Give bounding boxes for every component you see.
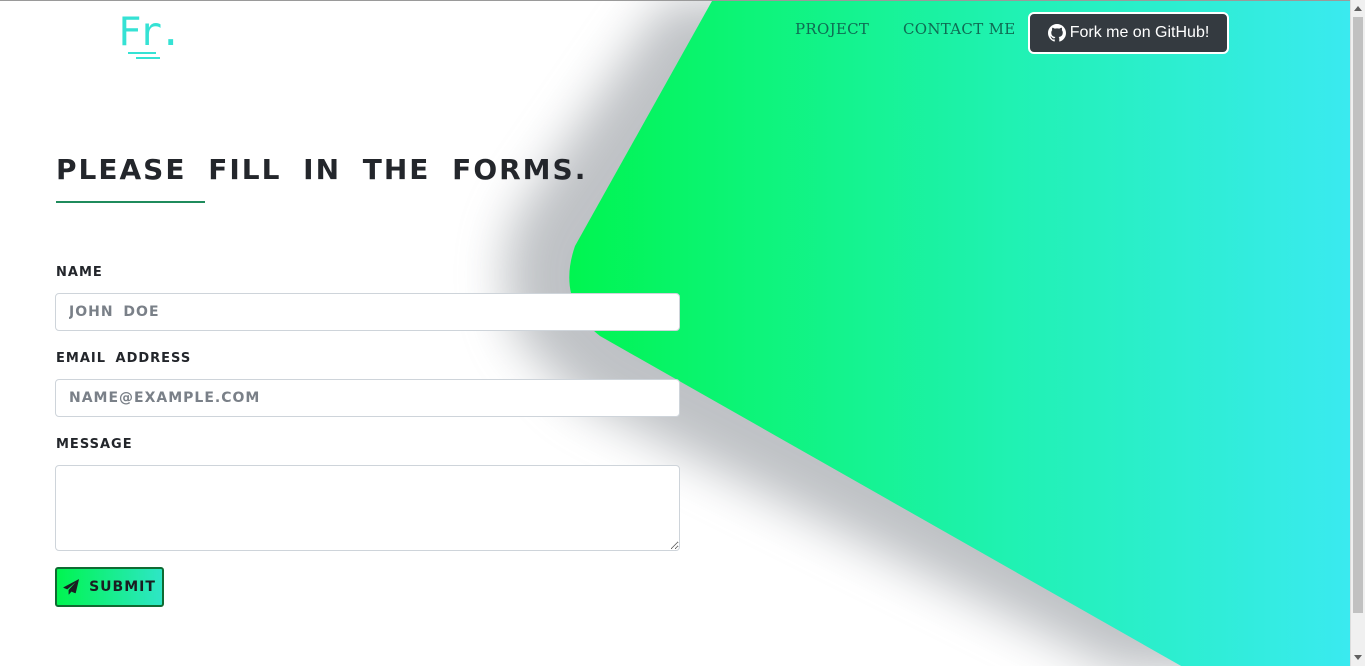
email-input[interactable] (55, 379, 680, 417)
fork-on-github-button[interactable]: Fork me on GitHub! (1028, 12, 1229, 54)
scroll-down-icon[interactable] (1354, 655, 1362, 660)
github-icon (1047, 24, 1066, 42)
logo[interactable]: Fr. (118, 11, 182, 59)
logo-underline (128, 52, 156, 54)
name-label: NAME (56, 265, 103, 280)
vertical-scrollbar[interactable] (1350, 0, 1365, 666)
scrollbar-thumb[interactable] (1353, 17, 1363, 613)
logo-underline (136, 57, 160, 59)
nav-link-contact-me[interactable]: CONTACT ME (903, 20, 1015, 38)
heading-underline (56, 201, 205, 203)
email-label: EMAIL ADDRESS (56, 351, 192, 366)
nav-link-project[interactable]: PROJECT (795, 20, 869, 38)
paper-plane-icon (63, 579, 80, 595)
message-label: MESSAGE (56, 437, 133, 452)
page: Fr. PROJECT CONTACT ME Fork me on GitHub… (0, 0, 1350, 666)
name-input[interactable] (55, 293, 680, 331)
submit-button[interactable]: SUBMIT (55, 567, 164, 607)
scroll-up-icon[interactable] (1354, 6, 1362, 11)
fork-on-github-label: Fork me on GitHub! (1069, 24, 1210, 41)
message-textarea[interactable] (55, 465, 680, 551)
submit-label: SUBMIT (89, 579, 156, 595)
background-gradient-shape (505, 1, 1350, 666)
form-heading: PLEASE FILL IN THE FORMS. (56, 153, 588, 186)
logo-text: Fr. (118, 10, 182, 55)
